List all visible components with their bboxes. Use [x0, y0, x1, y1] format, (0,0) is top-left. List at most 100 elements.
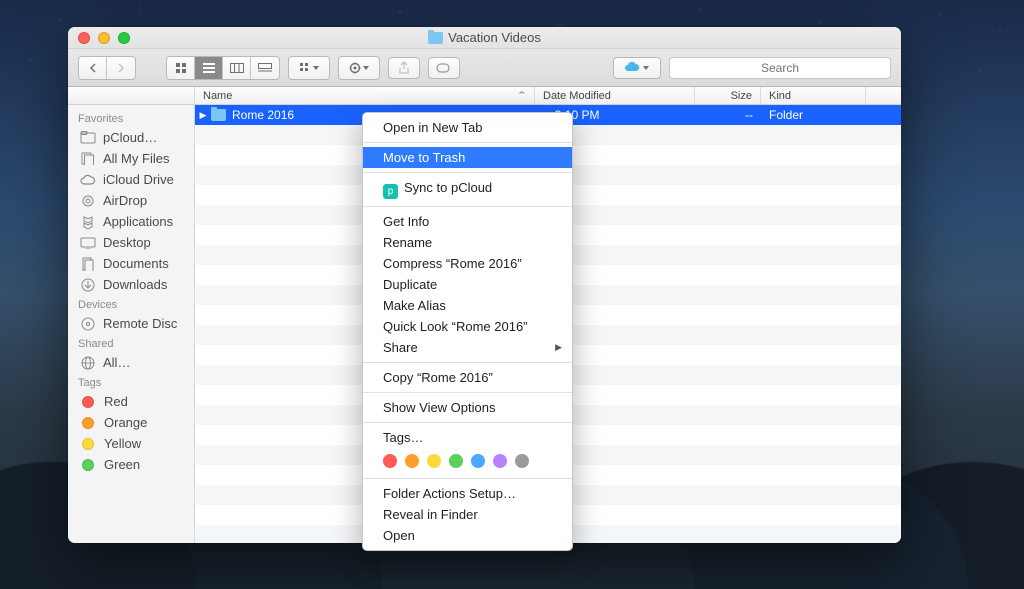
- titlebar[interactable]: Vacation Videos: [68, 27, 901, 49]
- context-menu-item[interactable]: Move to Trash: [363, 147, 572, 168]
- context-menu-item[interactable]: p Sync to pCloud: [363, 177, 572, 202]
- context-menu-label: Make Alias: [383, 298, 446, 313]
- traffic-lights: [68, 32, 130, 44]
- row-name: Rome 2016: [232, 108, 294, 122]
- row-size: --: [695, 108, 761, 122]
- pcloud-icon: [80, 131, 96, 145]
- sidebar-item[interactable]: iCloud Drive: [68, 169, 194, 190]
- minimize-button[interactable]: [98, 32, 110, 44]
- context-menu-item[interactable]: Share: [363, 337, 572, 358]
- context-menu-item[interactable]: Quick Look “Rome 2016”: [363, 316, 572, 337]
- forward-button[interactable]: [107, 57, 135, 79]
- context-menu-item[interactable]: Folder Actions Setup…: [363, 483, 572, 504]
- sidebar-item-label: iCloud Drive: [103, 172, 174, 187]
- sidebar-header: Shared: [68, 334, 194, 352]
- tag-dot-icon: [82, 459, 94, 471]
- context-menu-item[interactable]: Rename: [363, 232, 572, 253]
- tag-dot-icon: [82, 438, 94, 450]
- apps-icon: [80, 215, 96, 229]
- sidebar-item-label: Orange: [104, 415, 147, 430]
- context-menu-item[interactable]: Get Info: [363, 211, 572, 232]
- context-menu-item[interactable]: Open: [363, 525, 572, 546]
- back-button[interactable]: [79, 57, 107, 79]
- icloud-icon: [80, 173, 96, 187]
- close-button[interactable]: [78, 32, 90, 44]
- context-menu-label: Share: [383, 340, 418, 355]
- sidebar-item[interactable]: pCloud…: [68, 127, 194, 148]
- sidebar-item-label: Remote Disc: [103, 316, 177, 331]
- sidebar-item-label: Green: [104, 457, 140, 472]
- coverflow-view-button[interactable]: [251, 57, 279, 79]
- tag-color-dot[interactable]: [493, 454, 507, 468]
- context-menu-label: Move to Trash: [383, 150, 465, 165]
- tag-color-dot[interactable]: [471, 454, 485, 468]
- downloads-icon: [80, 278, 96, 292]
- context-menu-label: Duplicate: [383, 277, 437, 292]
- pcloud-icon: p: [383, 184, 398, 199]
- sidebar-item[interactable]: All…: [68, 352, 194, 373]
- tags-button[interactable]: [428, 57, 460, 79]
- context-menu-label: Sync to pCloud: [404, 180, 492, 195]
- sidebar-header: Devices: [68, 295, 194, 313]
- context-menu-item[interactable]: Copy “Rome 2016”: [363, 367, 572, 388]
- desktop-icon: [80, 236, 96, 250]
- sidebar-item[interactable]: Red: [68, 391, 194, 412]
- disclosure-triangle-icon[interactable]: ▶: [195, 110, 211, 121]
- context-menu-item[interactable]: Open in New Tab: [363, 117, 572, 138]
- context-menu: Open in New Tab Move to Trash p Sync to pCl…: [362, 112, 573, 551]
- context-menu-label: Quick Look “Rome 2016”: [383, 319, 528, 334]
- cloud-sync-button[interactable]: [613, 57, 661, 79]
- context-menu-item[interactable]: Tags…: [363, 427, 572, 448]
- zoom-button[interactable]: [118, 32, 130, 44]
- share-button[interactable]: [388, 57, 420, 79]
- tag-color-dot[interactable]: [405, 454, 419, 468]
- sidebar: FavoritespCloud…All My Files iCloud Drive…: [68, 105, 195, 543]
- column-header-size[interactable]: Size: [695, 87, 761, 104]
- toolbar: [68, 49, 901, 87]
- context-menu-label: Tags…: [383, 430, 423, 445]
- arrange-menu[interactable]: [288, 56, 330, 80]
- context-menu-item[interactable]: Compress “Rome 2016”: [363, 253, 572, 274]
- sidebar-item[interactable]: Downloads: [68, 274, 194, 295]
- window-title-text: Vacation Videos: [448, 30, 541, 45]
- column-view-button[interactable]: [223, 57, 251, 79]
- sidebar-item[interactable]: Desktop: [68, 232, 194, 253]
- icon-view-button[interactable]: [167, 57, 195, 79]
- sidebar-item-label: All…: [103, 355, 130, 370]
- tag-color-dot[interactable]: [515, 454, 529, 468]
- column-header-kind[interactable]: Kind: [761, 87, 866, 104]
- search-input[interactable]: [669, 57, 891, 79]
- sidebar-item[interactable]: Remote Disc: [68, 313, 194, 334]
- tag-color-dot[interactable]: [449, 454, 463, 468]
- sidebar-item[interactable]: Green: [68, 454, 194, 475]
- column-header-date[interactable]: Date Modified: [535, 87, 695, 104]
- action-menu[interactable]: [338, 56, 380, 80]
- context-menu-label: Get Info: [383, 214, 429, 229]
- sidebar-item[interactable]: Yellow: [68, 433, 194, 454]
- context-menu-label: Rename: [383, 235, 432, 250]
- tag-dot-icon: [82, 396, 94, 408]
- context-menu-label: Open: [383, 528, 415, 543]
- sidebar-item[interactable]: Orange: [68, 412, 194, 433]
- context-menu-item[interactable]: Show View Options: [363, 397, 572, 418]
- sidebar-item-label: Documents: [103, 256, 169, 271]
- context-menu-label: Show View Options: [383, 400, 496, 415]
- sidebar-item[interactable]: Applications: [68, 211, 194, 232]
- column-header-name[interactable]: Name: [195, 87, 535, 104]
- allfiles-icon: [80, 152, 96, 166]
- sidebar-item-label: Applications: [103, 214, 173, 229]
- context-menu-label: Compress “Rome 2016”: [383, 256, 522, 271]
- sidebar-item-label: Yellow: [104, 436, 141, 451]
- sidebar-item[interactable]: All My Files: [68, 148, 194, 169]
- sidebar-header: Favorites: [68, 109, 194, 127]
- sidebar-item[interactable]: Documents: [68, 253, 194, 274]
- sidebar-item-label: AirDrop: [103, 193, 147, 208]
- tag-color-dot[interactable]: [427, 454, 441, 468]
- context-menu-item[interactable]: Reveal in Finder: [363, 504, 572, 525]
- sidebar-item[interactable]: AirDrop: [68, 190, 194, 211]
- context-menu-item[interactable]: Duplicate: [363, 274, 572, 295]
- tag-color-dot[interactable]: [383, 454, 397, 468]
- docs-icon: [80, 257, 96, 271]
- list-view-button[interactable]: [195, 57, 223, 79]
- context-menu-item[interactable]: Make Alias: [363, 295, 572, 316]
